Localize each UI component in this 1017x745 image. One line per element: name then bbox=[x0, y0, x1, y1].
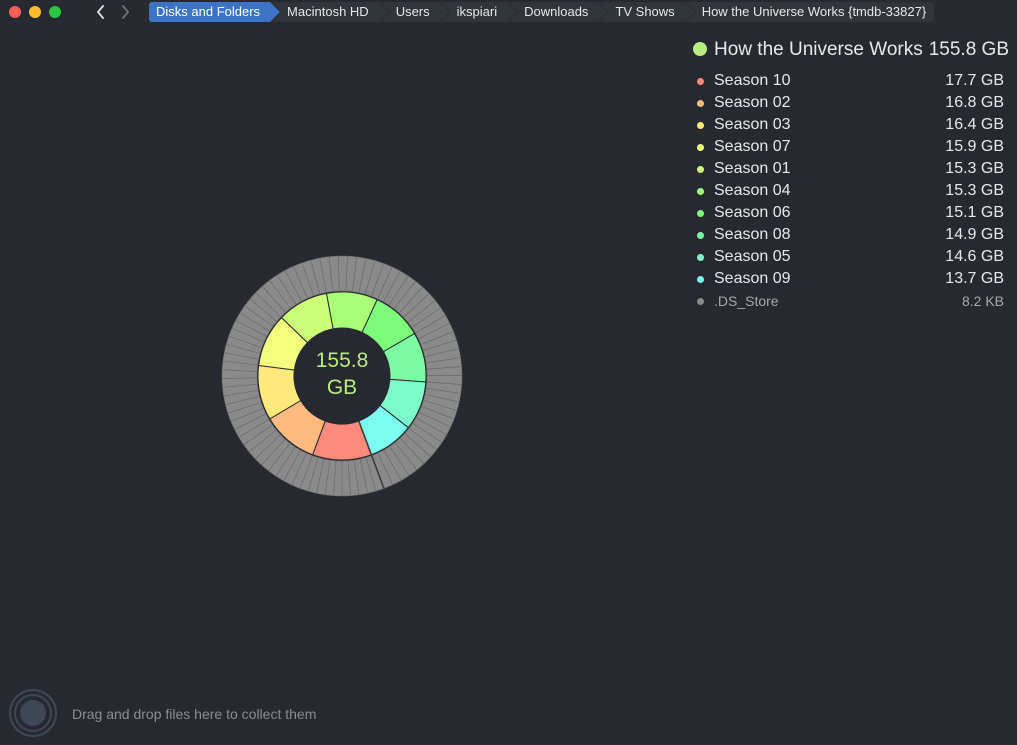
legend-color-dot bbox=[697, 100, 704, 107]
legend-item-size: 15.9 GB bbox=[945, 138, 1004, 155]
legend-item-size: 15.1 GB bbox=[945, 204, 1004, 221]
legend-item[interactable]: Season 10 17.7 GB bbox=[693, 71, 1011, 93]
breadcrumb-arrow bbox=[507, 2, 518, 22]
legend-item-size: 13.7 GB bbox=[945, 270, 1004, 287]
legend-item[interactable]: Season 06 15.1 GB bbox=[693, 203, 1011, 225]
legend-item-size: 16.8 GB bbox=[945, 94, 1004, 111]
legend-color-dot bbox=[697, 276, 704, 283]
legend-item[interactable]: .DS_Store 8.2 KB bbox=[693, 291, 1011, 313]
legend-color-dot bbox=[697, 144, 704, 151]
legend-color-dot bbox=[697, 166, 704, 173]
legend-color-dot bbox=[697, 298, 704, 305]
legend-item-name: Season 06 bbox=[714, 204, 791, 221]
legend-item[interactable]: Season 02 16.8 GB bbox=[693, 93, 1011, 115]
legend-item-size: 14.9 GB bbox=[945, 226, 1004, 243]
legend-item-name: Season 01 bbox=[714, 160, 791, 177]
legend-item[interactable]: Season 01 15.3 GB bbox=[693, 159, 1011, 181]
legend-item-size: 17.7 GB bbox=[945, 72, 1004, 89]
legend-item-size: 14.6 GB bbox=[945, 248, 1004, 265]
breadcrumb-arrow bbox=[439, 2, 450, 22]
legend-list: Season 10 17.7 GB Season 02 16.8 GB Season 0… bbox=[693, 71, 1011, 313]
legend-color-dot bbox=[697, 254, 704, 261]
folder-name: How the Universe Works bbox=[714, 39, 923, 60]
breadcrumb-arrow bbox=[684, 2, 695, 22]
folder-color-dot bbox=[693, 42, 707, 56]
legend-color-dot bbox=[697, 78, 704, 85]
legend-item-name: Season 09 bbox=[714, 270, 791, 287]
center-unit: GB bbox=[326, 376, 358, 399]
legend-item[interactable]: Season 04 15.3 GB bbox=[693, 181, 1011, 203]
legend-color-dot bbox=[697, 232, 704, 239]
legend-item-size: 15.3 GB bbox=[945, 160, 1004, 177]
legend-color-dot bbox=[697, 210, 704, 217]
legend-item-size: 16.4 GB bbox=[945, 116, 1004, 133]
breadcrumb-arrow bbox=[378, 2, 389, 22]
legend-item[interactable]: Season 08 14.9 GB bbox=[693, 225, 1011, 247]
legend-item[interactable]: Season 03 16.4 GB bbox=[693, 115, 1011, 137]
collector-target-icon[interactable] bbox=[8, 688, 58, 738]
legend-item-name: Season 04 bbox=[714, 182, 791, 199]
chart-center-label: 155.8 GB bbox=[296, 347, 388, 401]
legend-item-size: 15.3 GB bbox=[945, 182, 1004, 199]
legend-item[interactable]: Season 05 14.6 GB bbox=[693, 247, 1011, 269]
legend-item-name: Season 08 bbox=[714, 226, 791, 243]
legend-item[interactable]: Season 07 15.9 GB bbox=[693, 137, 1011, 159]
legend-color-dot bbox=[697, 188, 704, 195]
legend-item-name: Season 03 bbox=[714, 116, 791, 133]
legend-item-name: Season 10 bbox=[714, 72, 791, 89]
legend-item-size: 8.2 KB bbox=[961, 293, 1004, 309]
legend-item-name: Season 07 bbox=[714, 138, 791, 155]
legend-item[interactable]: Season 09 13.7 GB bbox=[693, 269, 1011, 291]
legend-item-name: .DS_Store bbox=[714, 293, 779, 309]
legend-color-dot bbox=[697, 122, 704, 129]
breadcrumb-arrow bbox=[598, 2, 609, 22]
legend-item-name: Season 05 bbox=[714, 248, 791, 265]
legend-header[interactable]: How the Universe Works 155.8 GB bbox=[693, 38, 1011, 62]
drop-hint: Drag and drop files here to collect them bbox=[72, 706, 317, 722]
breadcrumb-arrow bbox=[270, 2, 281, 22]
center-value: 155.8 bbox=[315, 349, 369, 372]
folder-size: 155.8 GB bbox=[928, 39, 1009, 60]
legend-panel: How the Universe Works 155.8 GB Season 1… bbox=[693, 38, 1011, 309]
legend-item-name: Season 02 bbox=[714, 94, 791, 111]
